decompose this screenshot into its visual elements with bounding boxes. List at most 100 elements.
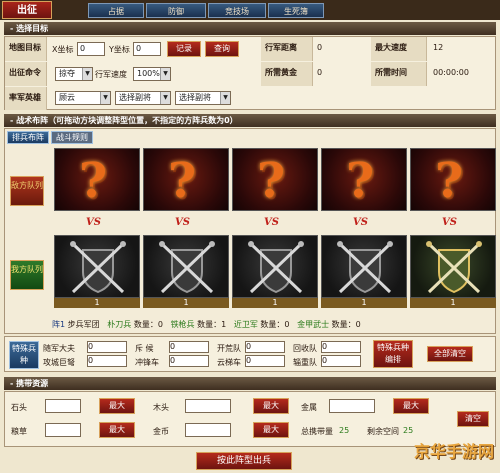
resource-label: 石头 bbox=[11, 403, 27, 412]
resource-input-gold[interactable] bbox=[185, 423, 231, 437]
resource-label: 粮草 bbox=[11, 427, 27, 436]
special-unit-input[interactable]: 0 bbox=[87, 355, 127, 367]
resource-label: 金属 bbox=[301, 403, 317, 412]
battle-section-header: - 战术布阵（可拖动方块调整阵型位置，不指定的方阵兵数为0） bbox=[4, 114, 496, 127]
max-button[interactable]: 最大 bbox=[253, 398, 289, 414]
resource-input-stone[interactable] bbox=[45, 399, 81, 413]
vice-general-select-1[interactable]: 选择副将 ▼ bbox=[115, 91, 171, 105]
troop-count: 1 bbox=[143, 298, 229, 308]
vs-label: VS bbox=[353, 217, 368, 228]
chevron-down-icon: ▼ bbox=[82, 68, 92, 80]
search-button[interactable]: 查询 bbox=[205, 41, 239, 57]
special-unit-input[interactable]: 0 bbox=[169, 341, 209, 353]
tab-defense[interactable]: 防御 bbox=[146, 3, 206, 18]
clear-all-button[interactable]: 全部清空 bbox=[427, 346, 473, 362]
enemy-slot-4[interactable]: ? bbox=[321, 148, 407, 211]
army-name: 步兵军团 bbox=[67, 320, 100, 329]
gold-needed-value: 0 bbox=[317, 68, 323, 77]
unit-name: 朴刀兵 bbox=[107, 320, 132, 329]
special-unit-input[interactable]: 0 bbox=[169, 355, 209, 367]
order-label: 出征命令 bbox=[5, 62, 47, 86]
resource-input-wood[interactable] bbox=[185, 399, 231, 413]
special-unit-input[interactable]: 0 bbox=[87, 341, 127, 353]
max-button[interactable]: 最大 bbox=[99, 422, 135, 438]
crossed-swords-shield-icon bbox=[70, 241, 126, 294]
special-compile-button[interactable]: 特殊兵种编排 bbox=[373, 340, 413, 368]
tab-arena[interactable]: 竞技场 bbox=[208, 3, 266, 18]
special-unit-label: 冲锋车 bbox=[135, 358, 159, 367]
special-unit-label: 开荒队 bbox=[217, 344, 241, 353]
vs-label: VS bbox=[264, 217, 279, 228]
chevron-down-icon: ▼ bbox=[220, 92, 230, 104]
max-speed-label: 最大速度 bbox=[371, 37, 427, 61]
tab-formation[interactable]: 排兵布阵 bbox=[7, 131, 49, 144]
order-select[interactable]: 掠夺 ▼ bbox=[55, 67, 93, 81]
march-distance-label: 行军距离 bbox=[261, 37, 313, 61]
special-troops-button[interactable]: 特殊兵种 bbox=[9, 341, 39, 369]
tab-battle-rules[interactable]: 战斗规则 bbox=[51, 131, 93, 144]
question-mark-icon: ? bbox=[435, 153, 464, 209]
crossed-swords-shield-icon bbox=[159, 241, 215, 294]
enemy-slot-2[interactable]: ? bbox=[143, 148, 229, 211]
time-needed-value: 00:00:00 bbox=[433, 68, 469, 77]
chevron-down-icon: ▼ bbox=[160, 92, 170, 104]
max-button[interactable]: 最大 bbox=[99, 398, 135, 414]
ally-slot-2[interactable] bbox=[143, 235, 229, 298]
vs-label: VS bbox=[442, 217, 457, 228]
ally-slot-3[interactable] bbox=[232, 235, 318, 298]
special-unit-input[interactable]: 0 bbox=[321, 355, 361, 367]
ally-slot-5[interactable] bbox=[410, 235, 496, 298]
hero-select[interactable]: 顾云 ▼ bbox=[55, 91, 111, 105]
troop-count: 1 bbox=[410, 298, 496, 308]
clear-button[interactable]: 清空 bbox=[457, 411, 489, 427]
target-section-header: - 选择目标 bbox=[4, 22, 496, 35]
march-speed-select[interactable]: 100% ▼ bbox=[133, 67, 171, 81]
enemy-queue-label: 敌方队列 bbox=[10, 176, 44, 206]
resource-input-metal[interactable] bbox=[329, 399, 375, 413]
total-carry-value: 25 bbox=[339, 426, 350, 435]
enemy-slot-3[interactable]: ? bbox=[232, 148, 318, 211]
max-button[interactable]: 最大 bbox=[253, 422, 289, 438]
enemy-slot-5[interactable]: ? bbox=[410, 148, 496, 211]
special-unit-label: 云梯车 bbox=[217, 358, 241, 367]
top-nav: 出征 占据 防御 竞技场 生死簿 bbox=[0, 0, 500, 20]
vice-general-select-2[interactable]: 选择副将 ▼ bbox=[175, 91, 231, 105]
troop-count: 1 bbox=[54, 298, 140, 308]
record-button[interactable]: 记录 bbox=[167, 41, 201, 57]
unit-name: 铁枪兵 bbox=[170, 320, 195, 329]
y-coordinate-input[interactable]: 0 bbox=[133, 42, 161, 56]
special-unit-input[interactable]: 0 bbox=[321, 341, 361, 353]
chevron-down-icon: ▼ bbox=[160, 68, 170, 80]
crossed-swords-shield-icon bbox=[337, 241, 393, 294]
question-mark-icon: ? bbox=[346, 153, 375, 209]
resource-input-grain[interactable] bbox=[45, 423, 81, 437]
special-unit-label: 回收队 bbox=[293, 344, 317, 353]
special-troops-panel: 特殊兵种 随军大夫 0 斥 候 0 开荒队 0 回收队 0 攻城巨弩 0 冲锋车… bbox=[4, 336, 496, 372]
unit-count-label: 数量： bbox=[260, 320, 285, 329]
unit-count-label: 数量： bbox=[133, 320, 158, 329]
time-needed-label: 所需时间 bbox=[371, 62, 427, 86]
max-button[interactable]: 最大 bbox=[393, 398, 429, 414]
question-mark-icon: ? bbox=[257, 153, 286, 209]
tab-life-death[interactable]: 生死簿 bbox=[268, 3, 324, 18]
remaining-space-label: 剩余空间 bbox=[367, 427, 399, 436]
total-carry-label: 总携带量 bbox=[301, 427, 333, 436]
enemy-slot-1[interactable]: ? bbox=[54, 148, 140, 211]
formation-number: 阵1 bbox=[52, 320, 66, 329]
x-label: X坐标 bbox=[52, 45, 74, 54]
watermark-logo: 京华手游网 bbox=[413, 442, 494, 461]
vs-label: VS bbox=[86, 217, 101, 228]
ally-slot-1[interactable] bbox=[54, 235, 140, 298]
unit-count: 0 bbox=[284, 320, 290, 329]
special-unit-input[interactable]: 0 bbox=[245, 355, 285, 367]
resources-section-header: - 携带资源 bbox=[4, 377, 496, 390]
troop-count: 1 bbox=[232, 298, 318, 308]
x-coordinate-input[interactable]: 0 bbox=[77, 42, 105, 56]
tab-occupy[interactable]: 占据 bbox=[88, 3, 144, 18]
special-unit-input[interactable]: 0 bbox=[245, 341, 285, 353]
y-label: Y坐标 bbox=[109, 45, 130, 54]
special-unit-label: 斥 候 bbox=[135, 344, 154, 353]
ally-slot-4[interactable] bbox=[321, 235, 407, 298]
submit-march-button[interactable]: 按此阵型出兵 bbox=[196, 452, 292, 470]
tab-march[interactable]: 出征 bbox=[2, 1, 52, 19]
